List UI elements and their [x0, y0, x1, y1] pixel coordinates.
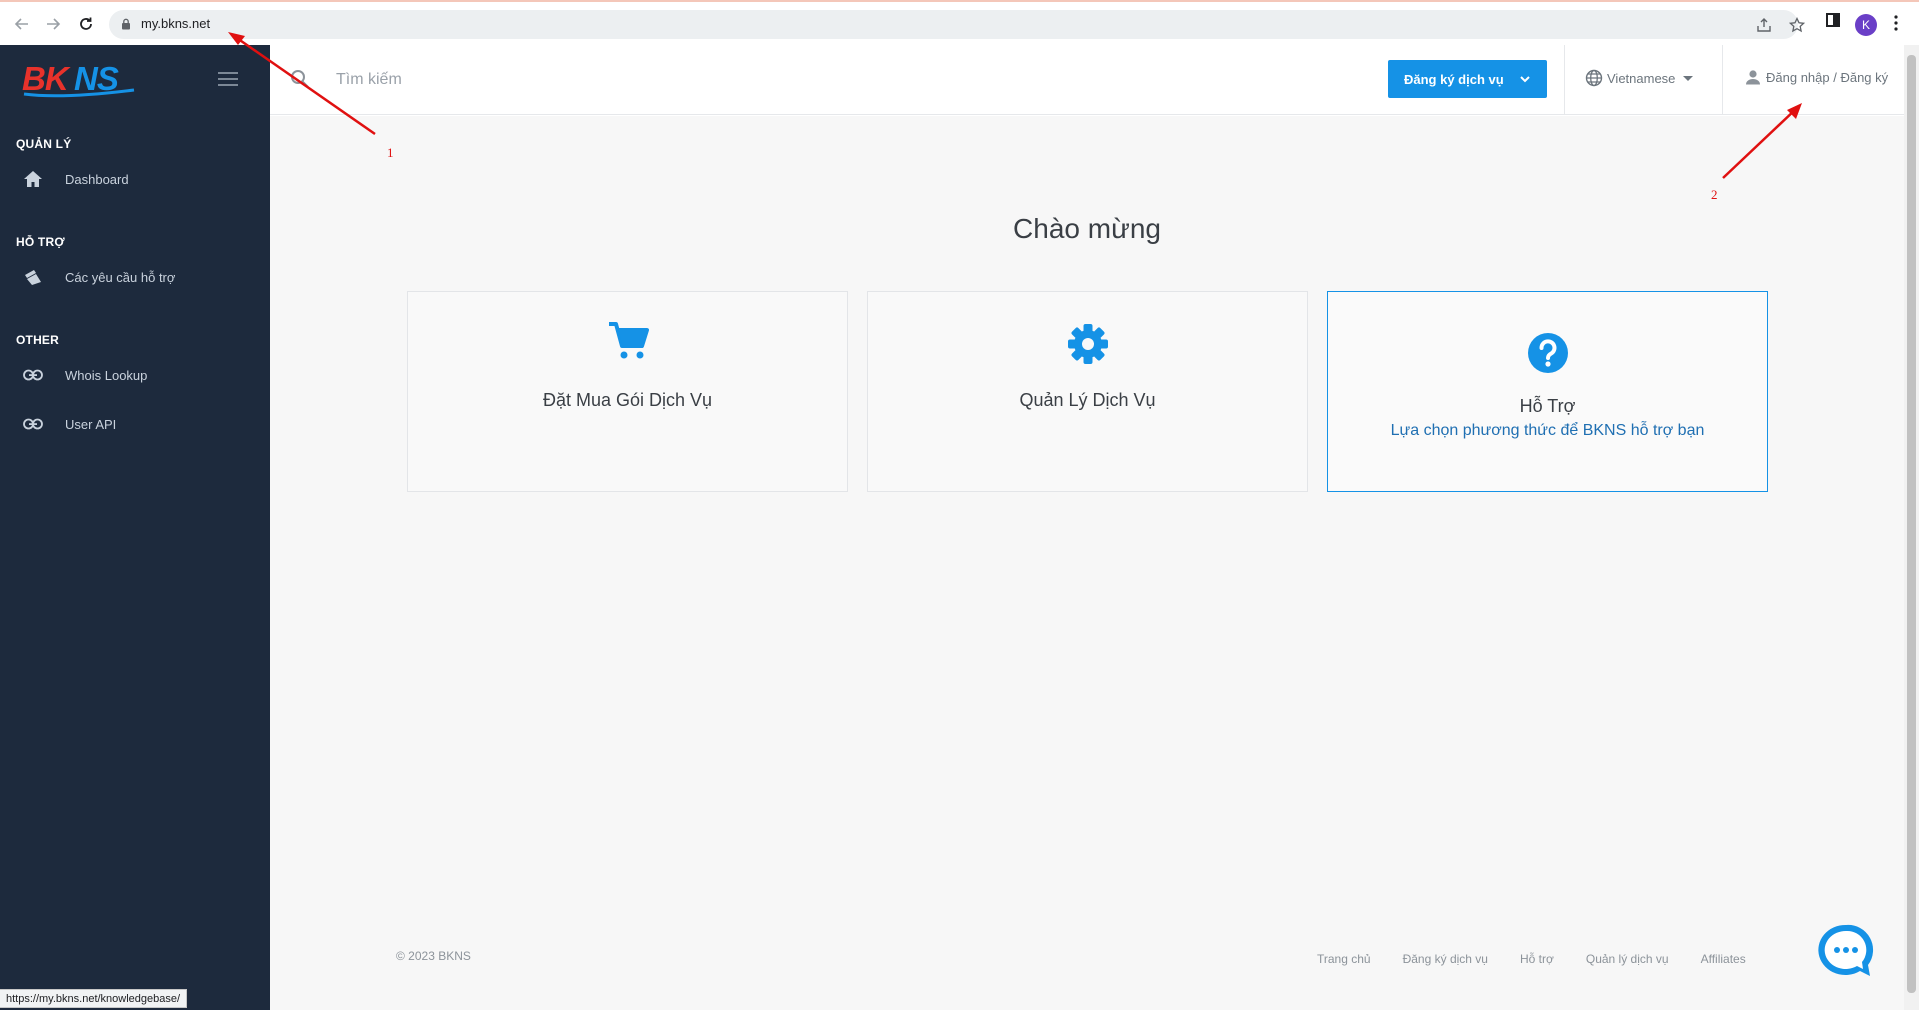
language-label: Vietnamese — [1607, 70, 1676, 86]
card-title: Hỗ Trợ — [1519, 396, 1576, 416]
bookmark-button[interactable] — [1787, 15, 1807, 35]
section-title-ho-tro: HỖ TRỢ — [16, 235, 65, 249]
home-icon — [22, 168, 44, 190]
svg-text:BK: BK — [22, 63, 71, 97]
header-divider — [1564, 45, 1565, 115]
login-register-link[interactable]: Đăng nhập / Đăng ký — [1745, 69, 1888, 85]
sidebar-item-dashboard[interactable]: Dashboard — [22, 166, 262, 192]
annotation-number-2: 2 — [1711, 187, 1718, 202]
reload-button[interactable] — [72, 10, 100, 38]
sidebar-item-label: Dashboard — [65, 171, 129, 187]
card-title: Quản Lý Dịch Vụ — [1019, 390, 1156, 410]
register-service-label: Đăng ký dịch vụ — [1404, 71, 1504, 87]
chat-button[interactable] — [1817, 923, 1875, 979]
section-title-other: OTHER — [16, 333, 59, 347]
sidebar-item-label: Các yêu cầu hỗ trợ — [65, 269, 176, 285]
page-title: Chào mừng — [1013, 213, 1161, 244]
lock-icon — [122, 18, 130, 30]
more-vert-icon[interactable] — [1894, 15, 1898, 31]
bkns-logo-image: BK NS — [22, 60, 135, 98]
top-header: Đăng ký dịch vụ Vietnamese Đăng nhập / Đ… — [270, 45, 1904, 115]
back-arrow-icon — [14, 18, 28, 30]
profile-avatar[interactable]: K — [1855, 14, 1877, 36]
share-icon — [1757, 18, 1771, 32]
reload-icon — [80, 17, 92, 30]
footer-link-home[interactable]: Trang chủ — [1317, 952, 1371, 966]
hamburger-menu-button[interactable] — [218, 72, 238, 91]
sidebar-item-support-tickets[interactable]: Các yêu cầu hỗ trợ — [22, 264, 262, 290]
search-input[interactable] — [336, 65, 836, 95]
menu-icon — [218, 72, 238, 86]
footer-link-affiliates[interactable]: Affiliates — [1701, 952, 1746, 966]
status-bar-url: https://my.bkns.net/knowledgebase/ — [0, 989, 188, 1008]
footer-link-support[interactable]: Hỗ trợ — [1520, 952, 1554, 966]
sidebar-item-label: Whois Lookup — [65, 367, 148, 383]
card-manage-service[interactable]: Quản Lý Dịch Vụ — [867, 291, 1308, 492]
forward-arrow-icon — [47, 18, 61, 30]
sidebar-item-user-api[interactable]: User API — [22, 411, 262, 437]
footer-link-register[interactable]: Đăng ký dịch vụ — [1403, 952, 1488, 966]
register-service-button[interactable]: Đăng ký dịch vụ — [1388, 60, 1547, 98]
sidebar-item-whois-lookup[interactable]: Whois Lookup — [22, 362, 262, 388]
ticket-icon — [22, 266, 44, 288]
card-subtitle[interactable]: Lựa chọn phương thức để BKNS hỗ trợ bạn — [1328, 422, 1767, 440]
footer-copyright: © 2023 BKNS — [396, 949, 471, 963]
side-panel-icon[interactable] — [1826, 13, 1840, 27]
link-icon — [22, 413, 44, 435]
card-title: Đặt Mua Gói Dịch Vụ — [542, 390, 713, 410]
sidebar: BK NS QUẢN LÝ Dashboard HỖ TRỢ Các yêu c… — [0, 45, 270, 1010]
search-icon — [291, 70, 309, 88]
gear-icon — [868, 323, 1307, 365]
share-button[interactable] — [1754, 15, 1774, 35]
sidebar-item-label: User API — [65, 416, 117, 432]
annotation-number-1: 1 — [387, 145, 394, 160]
section-title-quan-ly: QUẢN LÝ — [16, 137, 72, 151]
language-selector[interactable]: Vietnamese — [1585, 69, 1694, 87]
card-order-service[interactable]: Đặt Mua Gói Dịch Vụ — [407, 291, 848, 492]
card-support[interactable]: Hỗ Trợ Lựa chọn phương thức để BKNS hỗ t… — [1327, 291, 1768, 492]
question-icon — [1328, 332, 1767, 374]
browser-toolbar: my.bkns.net K — [0, 0, 1919, 45]
globe-icon — [1585, 69, 1603, 87]
link-icon — [22, 364, 44, 386]
main-content: Chào mừng Đặt Mua Gói Dịch Vụ Quản Lý Dị… — [270, 116, 1904, 1010]
caret-down-icon — [1683, 75, 1694, 81]
back-button[interactable] — [8, 10, 36, 38]
footer-links: Trang chủ Đăng ký dịch vụ Hỗ trợ Quản lý… — [1317, 952, 1746, 966]
user-icon — [1746, 70, 1760, 85]
address-url[interactable]: my.bkns.net — [141, 16, 210, 31]
scrollbar-thumb[interactable] — [1907, 55, 1916, 993]
cart-icon — [408, 320, 847, 362]
forward-button[interactable] — [39, 10, 67, 38]
page-scrollbar[interactable] — [1904, 45, 1919, 1010]
header-divider — [1722, 45, 1723, 115]
footer-link-manage[interactable]: Quản lý dịch vụ — [1586, 952, 1669, 966]
bkns-logo[interactable]: BK NS — [22, 60, 140, 104]
address-bar[interactable]: my.bkns.net — [109, 10, 1805, 39]
chevron-down-icon — [1520, 76, 1530, 83]
login-label: Đăng nhập / Đăng ký — [1766, 69, 1889, 85]
star-icon — [1789, 17, 1805, 33]
chat-icon — [1818, 924, 1874, 976]
